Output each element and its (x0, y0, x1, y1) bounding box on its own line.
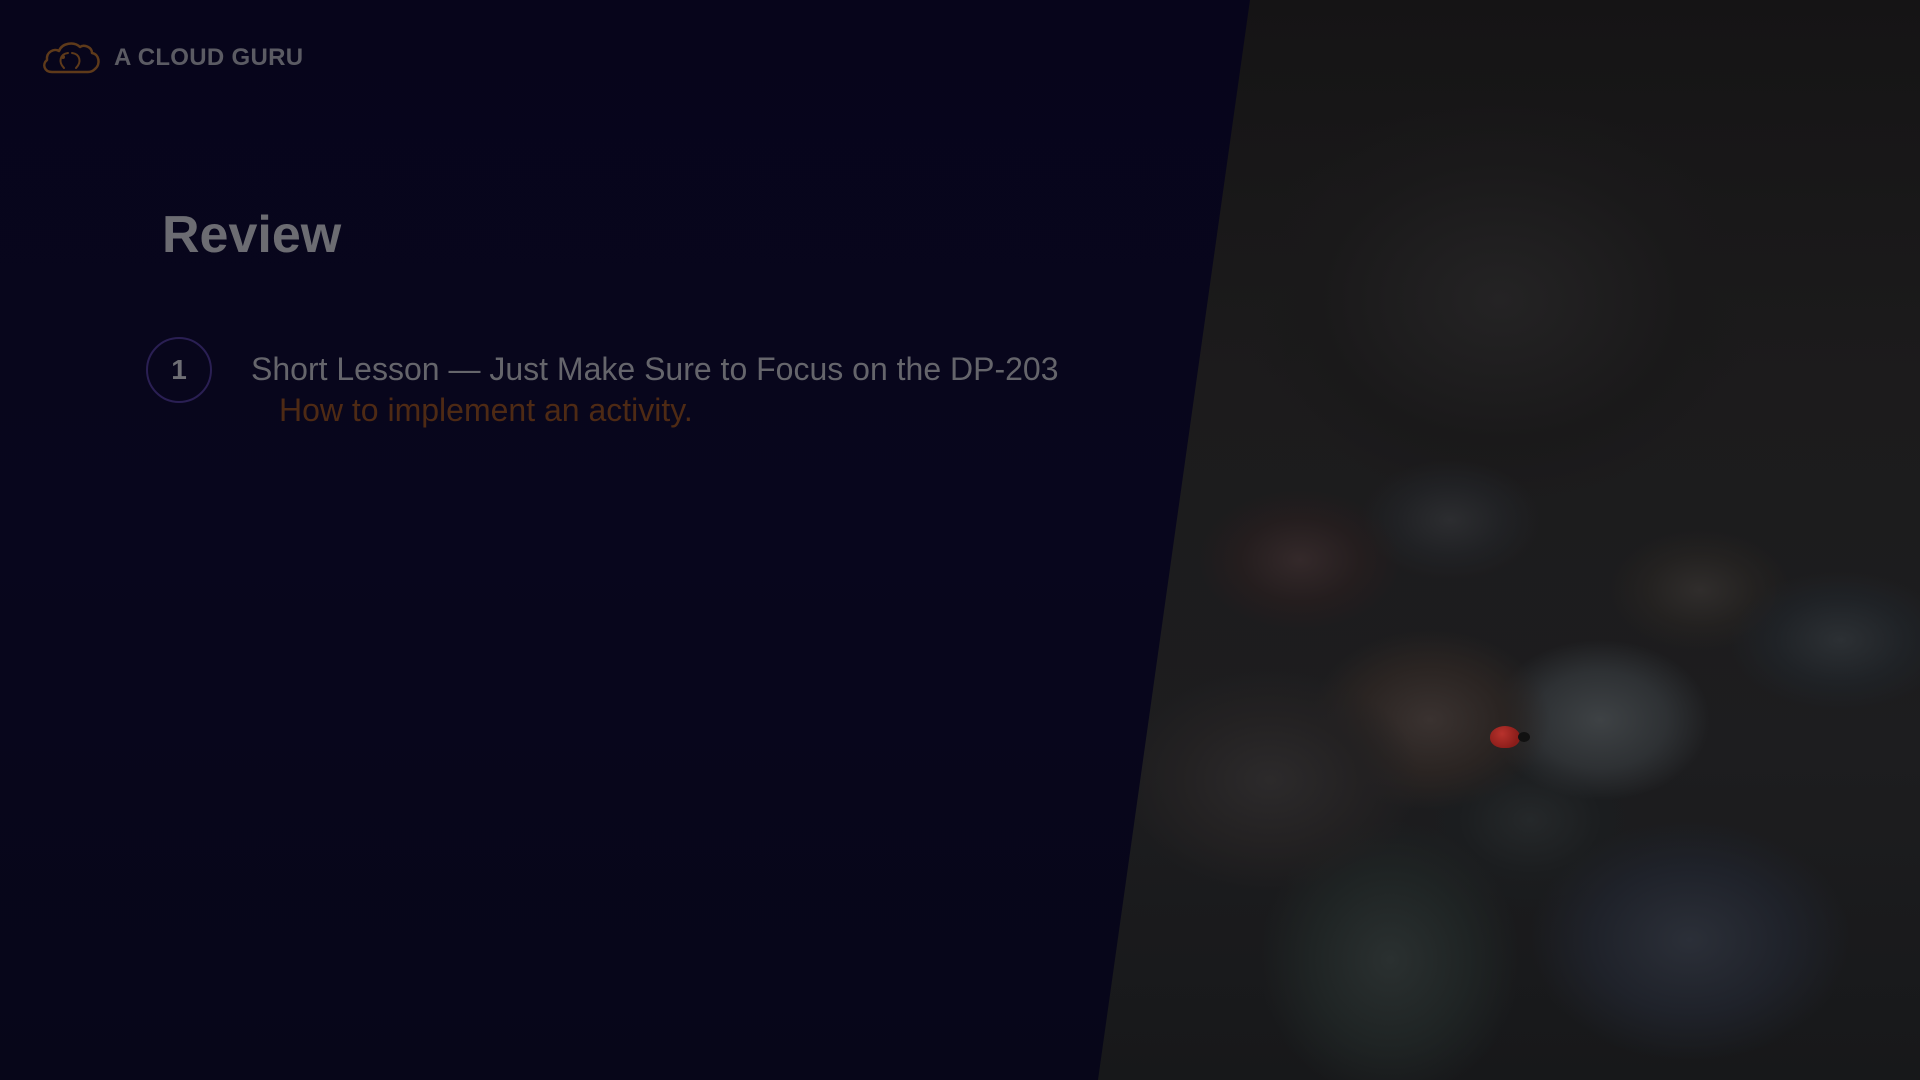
slide-title: Review (162, 206, 342, 264)
brand-name: A CLOUD GURU (114, 44, 304, 71)
ladybug-image (1490, 726, 1530, 748)
slide: A CLOUD GURU Review 1 Short Lesson — Jus… (0, 0, 1920, 1080)
item-number-badge: 1 (146, 337, 212, 403)
brand-logo: A CLOUD GURU (40, 38, 303, 78)
cloud-logo-icon (43, 42, 100, 74)
review-item-title: Short Lesson — Just Make Sure to Focus o… (251, 351, 1059, 387)
review-item-subtitle: How to implement an activity. (279, 392, 693, 428)
